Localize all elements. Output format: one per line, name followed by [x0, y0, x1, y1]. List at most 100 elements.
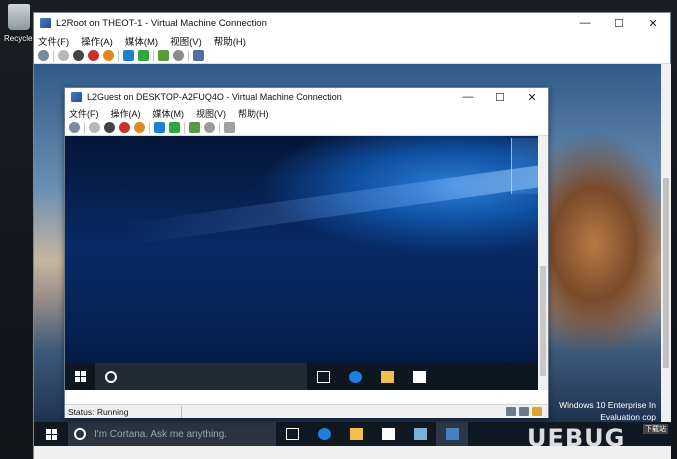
menu-view[interactable]: 视图(V)	[196, 107, 226, 120]
windows-logo-icon	[74, 371, 86, 382]
vm-connection-taskbar-button[interactable]	[436, 422, 468, 446]
pause-icon[interactable]	[154, 122, 165, 133]
store-icon	[381, 428, 395, 440]
inner-menu-bar: 文件(F) 操作(A) 媒体(M) 视图(V) 帮助(H)	[65, 106, 548, 120]
recycle-bin-label: Recycle	[4, 34, 33, 43]
inner-scrollbar[interactable]	[538, 136, 548, 390]
recycle-bin-icon	[8, 4, 30, 30]
wallpaper-light-beam	[125, 164, 538, 246]
watermark-line-1: Windows 10 Enterprise In	[559, 400, 656, 410]
menu-help[interactable]: 帮助(H)	[214, 34, 246, 48]
menu-media[interactable]: 媒体(M)	[125, 34, 158, 48]
maximize-button[interactable]: ☐	[484, 88, 516, 106]
windows-logo-icon	[45, 428, 57, 440]
enhanced-session-icon[interactable]	[224, 122, 235, 133]
edge-button[interactable]	[339, 365, 371, 389]
vm-connection-icon	[40, 18, 51, 28]
task-view-button[interactable]	[307, 365, 339, 389]
menu-help[interactable]: 帮助(H)	[238, 107, 269, 120]
toolbar-separator	[153, 49, 154, 62]
outer-menu-bar: 文件(F) 操作(A) 媒体(M) 视图(V) 帮助(H)	[34, 33, 670, 48]
toolbar-separator	[53, 49, 54, 62]
toolbar-separator	[188, 49, 189, 62]
inner-toolbar	[65, 120, 548, 136]
inner-vm-window: L2Guest on DESKTOP-A2FUQ4O - Virtual Mac…	[64, 87, 549, 418]
shutdown-icon[interactable]	[119, 122, 130, 133]
ctrl-alt-del-icon[interactable]	[38, 50, 49, 61]
task-view-icon	[316, 370, 330, 383]
cortana-search-box[interactable]	[95, 363, 307, 390]
file-explorer-button[interactable]	[371, 365, 403, 389]
inner-guest-screen[interactable]	[65, 136, 538, 390]
minimize-button[interactable]: —	[568, 13, 602, 33]
cortana-icon	[105, 370, 117, 383]
save-icon[interactable]	[134, 122, 145, 133]
checkpoint-icon[interactable]	[189, 122, 200, 133]
inner-title-bar[interactable]: L2Guest on DESKTOP-A2FUQ4O - Virtual Mac…	[65, 88, 548, 106]
start-icon[interactable]	[58, 50, 69, 61]
store-icon	[412, 370, 426, 383]
outer-scrollbar[interactable]	[661, 64, 671, 422]
outer-title-bar[interactable]: L2Root on THEOT-1 - Virtual Machine Conn…	[34, 13, 670, 33]
server-manager-button[interactable]	[404, 422, 436, 446]
site-logo-tag: 下载站	[643, 424, 668, 434]
close-button[interactable]: ✕	[636, 13, 670, 33]
inner-scroll-thumb[interactable]	[540, 266, 546, 376]
cortana-search-box[interactable]: I'm Cortana. Ask me anything.	[68, 422, 276, 446]
lock-icon	[532, 407, 542, 416]
inner-status-bar: Status: Running	[65, 404, 548, 418]
revert-icon[interactable]	[204, 122, 215, 133]
edge-icon	[317, 428, 331, 440]
menu-file[interactable]: 文件(F)	[38, 34, 69, 48]
inner-taskbar	[65, 363, 538, 390]
toolbar-separator	[184, 121, 185, 134]
file-explorer-button[interactable]	[340, 422, 372, 446]
outer-toolbar	[34, 48, 670, 64]
outer-window-title: L2Root on THEOT-1 - Virtual Machine Conn…	[56, 17, 267, 29]
maximize-button[interactable]: ☐	[602, 13, 636, 33]
toolbar-separator	[84, 121, 85, 134]
toolbar-separator	[118, 49, 119, 62]
edge-icon	[348, 370, 362, 383]
menu-file[interactable]: 文件(F)	[69, 107, 99, 120]
close-button[interactable]: ✕	[516, 88, 548, 106]
start-button[interactable]	[65, 363, 95, 390]
minimize-button[interactable]: —	[452, 88, 484, 106]
menu-media[interactable]: 媒体(M)	[153, 107, 185, 120]
start-icon[interactable]	[89, 122, 100, 133]
folder-icon	[380, 370, 394, 383]
ctrl-alt-del-icon[interactable]	[69, 122, 80, 133]
site-logo: UEBUG	[527, 424, 626, 452]
store-button[interactable]	[372, 422, 404, 446]
windows-eval-watermark: Windows 10 Enterprise In Evaluation cop	[559, 399, 656, 423]
checkpoint-icon[interactable]	[158, 50, 169, 61]
vm-connection-taskbar-icon	[445, 428, 459, 440]
resume-icon[interactable]	[169, 122, 180, 133]
cortana-icon	[74, 428, 86, 440]
save-icon[interactable]	[103, 50, 114, 61]
cortana-placeholder: I'm Cortana. Ask me anything.	[94, 428, 228, 440]
pause-icon[interactable]	[123, 50, 134, 61]
vm-connection-icon	[71, 92, 82, 102]
vm-status-text: Status: Running	[68, 405, 182, 418]
task-view-button[interactable]	[276, 422, 308, 446]
resume-icon[interactable]	[138, 50, 149, 61]
outer-scroll-thumb[interactable]	[663, 178, 669, 368]
turn-off-icon[interactable]	[73, 50, 84, 61]
folder-icon	[349, 428, 363, 440]
store-button[interactable]	[403, 365, 435, 389]
edge-button[interactable]	[308, 422, 340, 446]
enhanced-session-icon[interactable]	[193, 50, 204, 61]
server-manager-icon	[413, 428, 427, 440]
keyboard-icon	[506, 407, 516, 416]
toolbar-separator	[219, 121, 220, 134]
revert-icon[interactable]	[173, 50, 184, 61]
start-button[interactable]	[34, 422, 68, 446]
menu-view[interactable]: 视图(V)	[170, 34, 202, 48]
recycle-bin[interactable]: Recycle	[4, 4, 34, 43]
turn-off-icon[interactable]	[104, 122, 115, 133]
toolbar-separator	[149, 121, 150, 134]
menu-action[interactable]: 操作(A)	[81, 34, 113, 48]
shutdown-icon[interactable]	[88, 50, 99, 61]
menu-action[interactable]: 操作(A)	[111, 107, 141, 120]
